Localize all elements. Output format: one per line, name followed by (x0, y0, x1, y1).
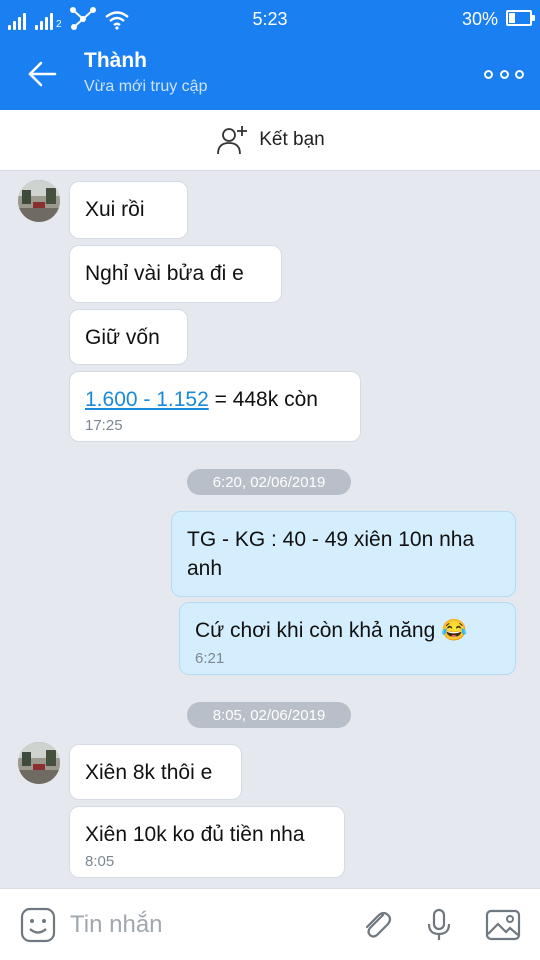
message-text: Xiên 8k thôi e (85, 761, 213, 784)
clock: 5:23 (252, 9, 288, 29)
message-text: Xui rồi (85, 198, 145, 221)
contact-name[interactable]: Thành (84, 49, 147, 73)
message-input[interactable]: Tin nhắn (70, 911, 163, 939)
last-seen-status: Vừa mới truy cập (84, 78, 208, 95)
chat-header: Thành Vừa mới truy cập (0, 38, 540, 110)
date-separator: 8:05, 02/06/2019 (187, 702, 351, 728)
add-friend-label: Kết bạn (259, 129, 325, 150)
message-time: 17:25 (85, 417, 123, 434)
battery-icon (506, 10, 535, 26)
message-text-body: Cứ chơi khi còn khả năng (195, 619, 436, 642)
add-friend-icon (217, 126, 248, 155)
incoming-message[interactable]: Xiên 10k ko đủ tiền nha 8:05 (69, 806, 345, 878)
incoming-message[interactable]: 1.600 - 1.152 = 448k còn 17:25 (69, 371, 361, 442)
message-text: TG - KG : 40 - 49 xiên 10n nha anh (187, 528, 475, 580)
outgoing-message[interactable]: Cứ chơi khi còn khả năng 😂 6:21 (179, 602, 516, 675)
incoming-message[interactable]: Giữ vốn (69, 309, 188, 365)
message-list[interactable]: Xui rồi Nghỉ vài bửa đi e Giữ vốn 1.600 … (0, 171, 540, 888)
laughing-emoji-icon: 😂 (441, 619, 468, 642)
emoji-sticker-icon[interactable] (20, 907, 56, 943)
add-friend-button[interactable]: Kết bạn (0, 110, 540, 171)
message-text-rest: = 448k còn (208, 388, 318, 411)
battery-percent: 30% (461, 9, 498, 29)
incoming-message[interactable]: Xui rồi (69, 181, 188, 239)
message-time: 6:21 (195, 650, 225, 667)
incoming-message[interactable]: Xiên 8k thôi e (69, 744, 242, 800)
message-text: Cứ chơi khi còn khả năng 😂 (195, 616, 467, 645)
outgoing-message[interactable]: TG - KG : 40 - 49 xiên 10n nha anh (171, 511, 516, 597)
attachment-icon[interactable] (359, 907, 395, 943)
more-options-icon[interactable] (484, 64, 524, 84)
image-gallery-icon[interactable] (485, 907, 521, 943)
message-input-bar: Tin nhắn (0, 888, 540, 960)
avatar[interactable] (18, 742, 60, 784)
message-time: 8:05 (85, 853, 115, 870)
date-separator: 6:20, 02/06/2019 (187, 469, 351, 495)
microphone-icon[interactable] (421, 907, 457, 943)
message-text: Xiên 10k ko đủ tiền nha (85, 823, 305, 846)
avatar[interactable] (18, 180, 60, 222)
back-arrow-icon[interactable] (22, 58, 62, 90)
message-link[interactable]: 1.600 - 1.152 (85, 388, 209, 411)
battery-fill (509, 13, 515, 23)
message-text: Nghỉ vài bửa đi e (85, 262, 244, 285)
message-text: 1.600 - 1.152 = 448k còn (85, 385, 318, 414)
status-bar: 2 5:23 30% (0, 0, 540, 38)
message-text: Giữ vốn (85, 326, 160, 349)
incoming-message[interactable]: Nghỉ vài bửa đi e (69, 245, 282, 303)
